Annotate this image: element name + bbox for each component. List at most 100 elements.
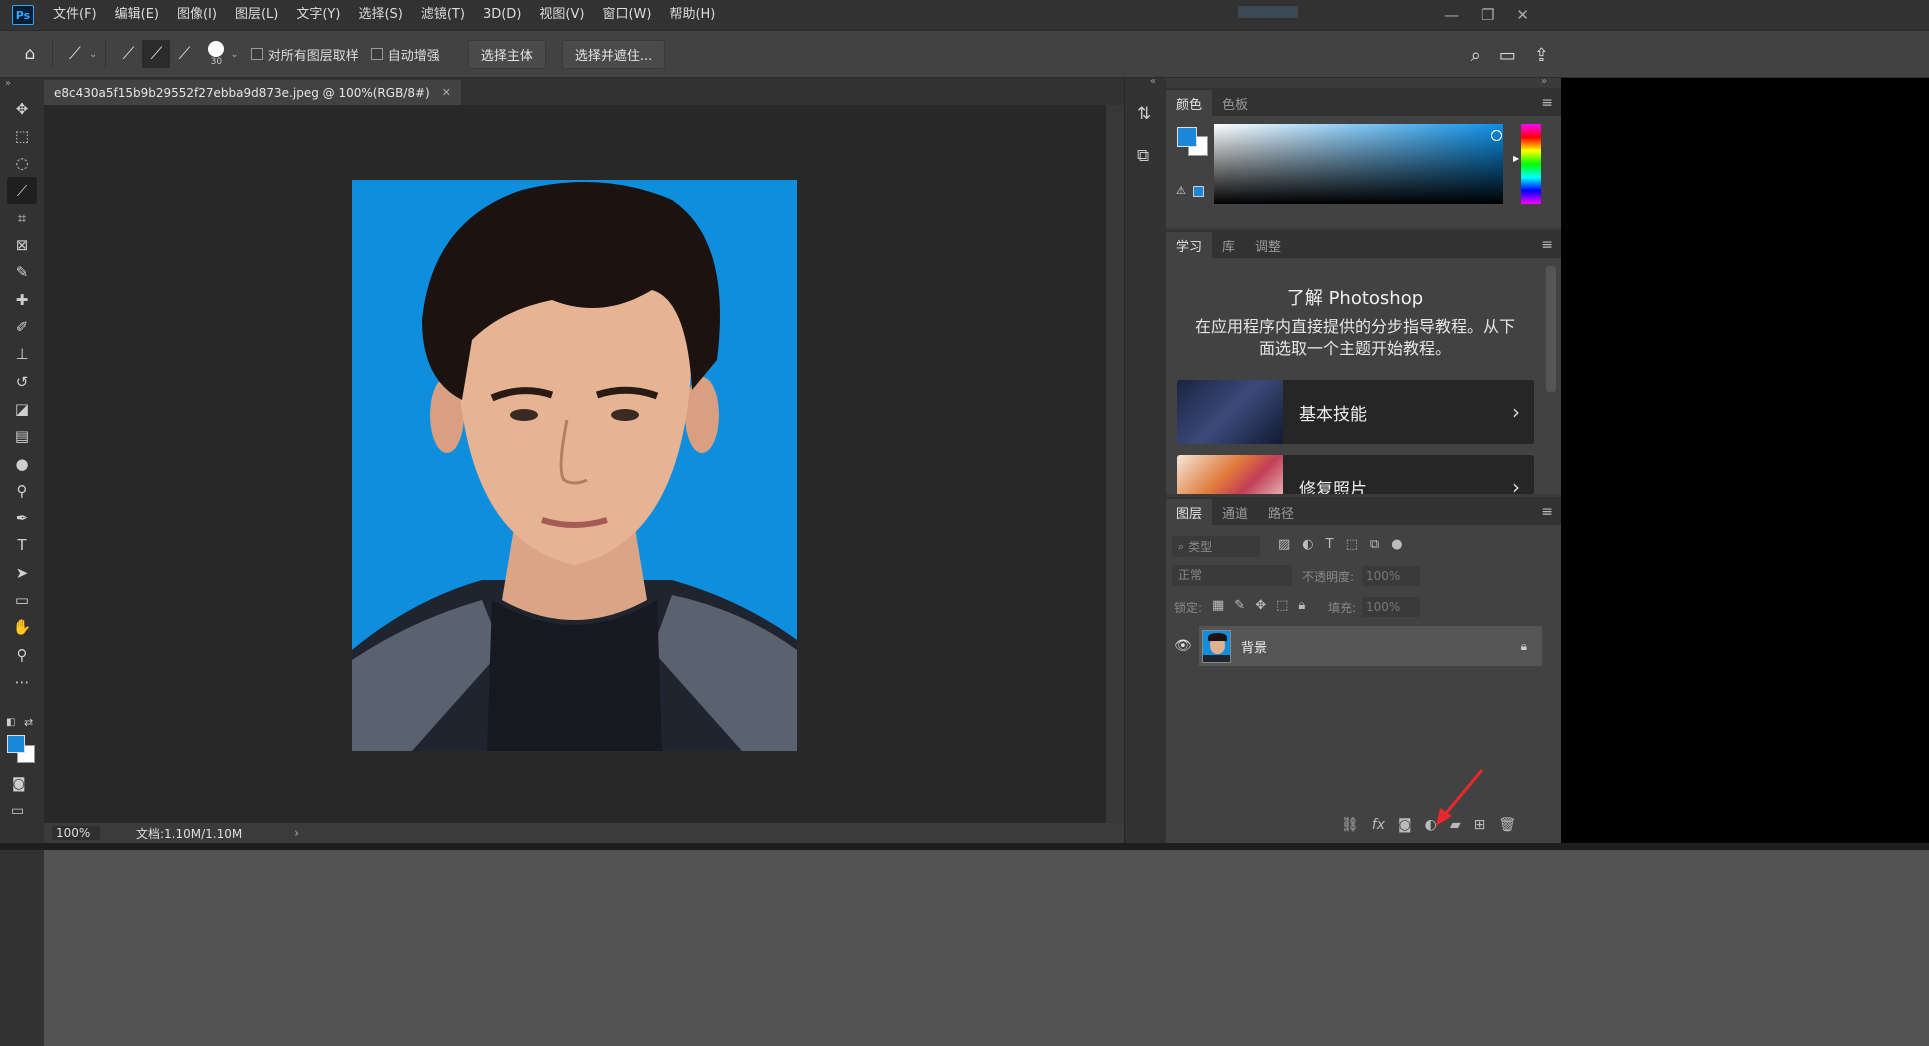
- collapse-panel-icon[interactable]: «: [1150, 76, 1156, 87]
- more-tools-icon[interactable]: ⋯: [7, 668, 37, 695]
- subtract-from-selection-icon[interactable]: ⟋: [170, 40, 198, 68]
- menu-help[interactable]: 帮助(H): [660, 0, 724, 30]
- panel-menu-icon[interactable]: ≡: [1541, 237, 1553, 253]
- adjustment-filter-icon[interactable]: ◐: [1302, 537, 1313, 552]
- blur-tool-icon[interactable]: ●: [7, 450, 37, 477]
- gradient-tool-icon[interactable]: ▤: [7, 423, 37, 450]
- delete-layer-icon[interactable]: 🗑︎: [1498, 817, 1516, 833]
- menu-select[interactable]: 选择(S): [349, 0, 411, 30]
- vertical-scrollbar[interactable]: [1106, 105, 1124, 823]
- fill-input[interactable]: 100%: [1362, 597, 1420, 617]
- tab-paths[interactable]: 路径: [1258, 499, 1304, 525]
- portrait-photo[interactable]: [352, 180, 797, 751]
- hue-marker-icon[interactable]: ▶: [1513, 154, 1519, 163]
- swap-colors-icon[interactable]: ⇄: [24, 716, 33, 729]
- menu-filter[interactable]: 滤镜(T): [412, 0, 474, 30]
- layer-name[interactable]: 背景: [1241, 637, 1267, 656]
- tab-libraries[interactable]: 库: [1212, 232, 1245, 258]
- panel-menu-icon[interactable]: ≡: [1541, 504, 1553, 520]
- learn-scrollbar[interactable]: [1546, 266, 1556, 392]
- eyedropper-tool-icon[interactable]: ✎: [7, 259, 37, 286]
- hand-tool-icon[interactable]: ✋: [7, 614, 37, 641]
- add-mask-icon[interactable]: ◙: [1398, 817, 1412, 833]
- web-color-chip[interactable]: [1193, 186, 1204, 197]
- collapse-panel-icon[interactable]: »: [1541, 76, 1547, 87]
- zoom-tool-icon[interactable]: ⚲: [7, 641, 37, 668]
- collapse-arrow-icon[interactable]: »: [0, 78, 44, 89]
- layer-style-icon[interactable]: fx: [1372, 817, 1385, 833]
- zoom-level[interactable]: 100%: [52, 826, 100, 840]
- minimize-button[interactable]: —: [1444, 6, 1459, 24]
- brush-tool-icon[interactable]: ✐: [7, 313, 37, 340]
- eye-icon[interactable]: 👁︎: [1174, 638, 1192, 654]
- close-tab-icon[interactable]: ✕: [442, 86, 451, 99]
- status-menu-icon[interactable]: ›: [294, 826, 299, 840]
- add-to-selection-icon[interactable]: ⟋: [142, 40, 171, 68]
- checkbox-icon[interactable]: [370, 48, 383, 60]
- clone-stamp-tool-icon[interactable]: ⊥: [7, 341, 37, 368]
- close-button[interactable]: ✕: [1516, 6, 1529, 24]
- gamut-warning-icon[interactable]: ⚠: [1176, 184, 1186, 197]
- path-selection-tool-icon[interactable]: ➤: [7, 559, 37, 586]
- move-tool-icon[interactable]: ✥: [7, 95, 37, 122]
- menu-image[interactable]: 图像(I): [168, 0, 226, 30]
- color-field[interactable]: [1214, 124, 1503, 204]
- learn-card-basic-skills[interactable]: 基本技能 ›: [1177, 380, 1534, 444]
- lock-position-icon[interactable]: ✥: [1255, 598, 1266, 613]
- screen-mode-icon[interactable]: ▭: [11, 803, 24, 819]
- chevron-down-icon[interactable]: ⌄: [89, 49, 97, 60]
- lock-all-icon[interactable]: 🔒︎: [1298, 598, 1305, 613]
- history-panel-icon[interactable]: ⇅: [1137, 104, 1151, 124]
- tab-layers[interactable]: 图层: [1166, 499, 1213, 525]
- eraser-tool-icon[interactable]: ◪: [7, 395, 37, 422]
- shape-filter-icon[interactable]: ⬚: [1346, 537, 1358, 552]
- menu-edit[interactable]: 编辑(E): [106, 0, 168, 30]
- lock-transparent-pixels-icon[interactable]: ▦: [1212, 598, 1224, 613]
- foreground-color-swatch[interactable]: [7, 735, 25, 753]
- menu-window[interactable]: 窗口(W): [593, 0, 660, 30]
- tab-color[interactable]: 颜色: [1166, 90, 1213, 116]
- tab-learn[interactable]: 学习: [1166, 232, 1213, 258]
- menu-type[interactable]: 文字(Y): [287, 0, 349, 30]
- layer-filter-select[interactable]: ⌕ 类型: [1172, 536, 1260, 557]
- workspace-icon[interactable]: ▭: [1499, 45, 1516, 66]
- frame-tool-icon[interactable]: ⊠: [7, 231, 37, 258]
- tab-swatches[interactable]: 色板: [1212, 90, 1258, 116]
- crop-tool-icon[interactable]: ⌗: [7, 204, 37, 231]
- link-layers-icon[interactable]: ⛓: [1341, 817, 1359, 833]
- select-and-mask-button[interactable]: 选择并遮住...: [561, 39, 666, 69]
- healing-brush-tool-icon[interactable]: ✚: [7, 286, 37, 313]
- properties-panel-icon[interactable]: ⧉: [1137, 146, 1149, 166]
- filter-toggle-icon[interactable]: ●: [1391, 537, 1402, 552]
- document-tab[interactable]: e8c430a5f15b9b29552f27ebba9d873e.jpeg @ …: [44, 80, 461, 105]
- default-colors-icon[interactable]: ◧: [6, 717, 15, 728]
- menu-view[interactable]: 视图(V): [530, 0, 593, 30]
- tab-channels[interactable]: 通道: [1212, 499, 1258, 525]
- menu-3d[interactable]: 3D(D): [474, 0, 530, 30]
- tab-adjustments[interactable]: 调整: [1245, 232, 1291, 258]
- marquee-tool-icon[interactable]: ⬚: [7, 122, 37, 149]
- sample-all-layers-checkbox[interactable]: 对所有图层取样: [250, 45, 359, 64]
- select-subject-button[interactable]: 选择主体: [467, 39, 546, 69]
- panel-menu-icon[interactable]: ≡: [1541, 95, 1553, 111]
- lock-artboard-icon[interactable]: ⬚: [1276, 598, 1288, 613]
- quick-mask-icon[interactable]: ◙: [12, 776, 26, 792]
- auto-enhance-checkbox[interactable]: 自动增强: [370, 45, 440, 64]
- blend-mode-select[interactable]: 正常: [1172, 565, 1292, 586]
- pen-tool-icon[interactable]: ✒: [7, 504, 37, 531]
- layer-row-background[interactable]: 背景 🔒︎: [1199, 626, 1542, 666]
- dodge-tool-icon[interactable]: ⚲: [7, 477, 37, 504]
- menu-layer[interactable]: 图层(L): [226, 0, 287, 30]
- search-icon[interactable]: ⌕: [1471, 45, 1481, 66]
- hue-slider[interactable]: [1521, 124, 1541, 204]
- history-brush-tool-icon[interactable]: ↺: [7, 368, 37, 395]
- home-icon[interactable]: ⌂: [16, 40, 44, 68]
- restore-button[interactable]: ❐: [1481, 6, 1494, 24]
- quick-selection-tool-icon[interactable]: ⟋: [7, 176, 37, 205]
- pixel-filter-icon[interactable]: ▨: [1278, 537, 1290, 552]
- opacity-input[interactable]: 100%: [1362, 566, 1420, 586]
- lock-image-pixels-icon[interactable]: ✎: [1234, 598, 1245, 613]
- type-tool-icon[interactable]: T: [7, 532, 37, 559]
- checkbox-icon[interactable]: [250, 48, 263, 60]
- tool-preset-picker-icon[interactable]: ⟋: [61, 40, 89, 68]
